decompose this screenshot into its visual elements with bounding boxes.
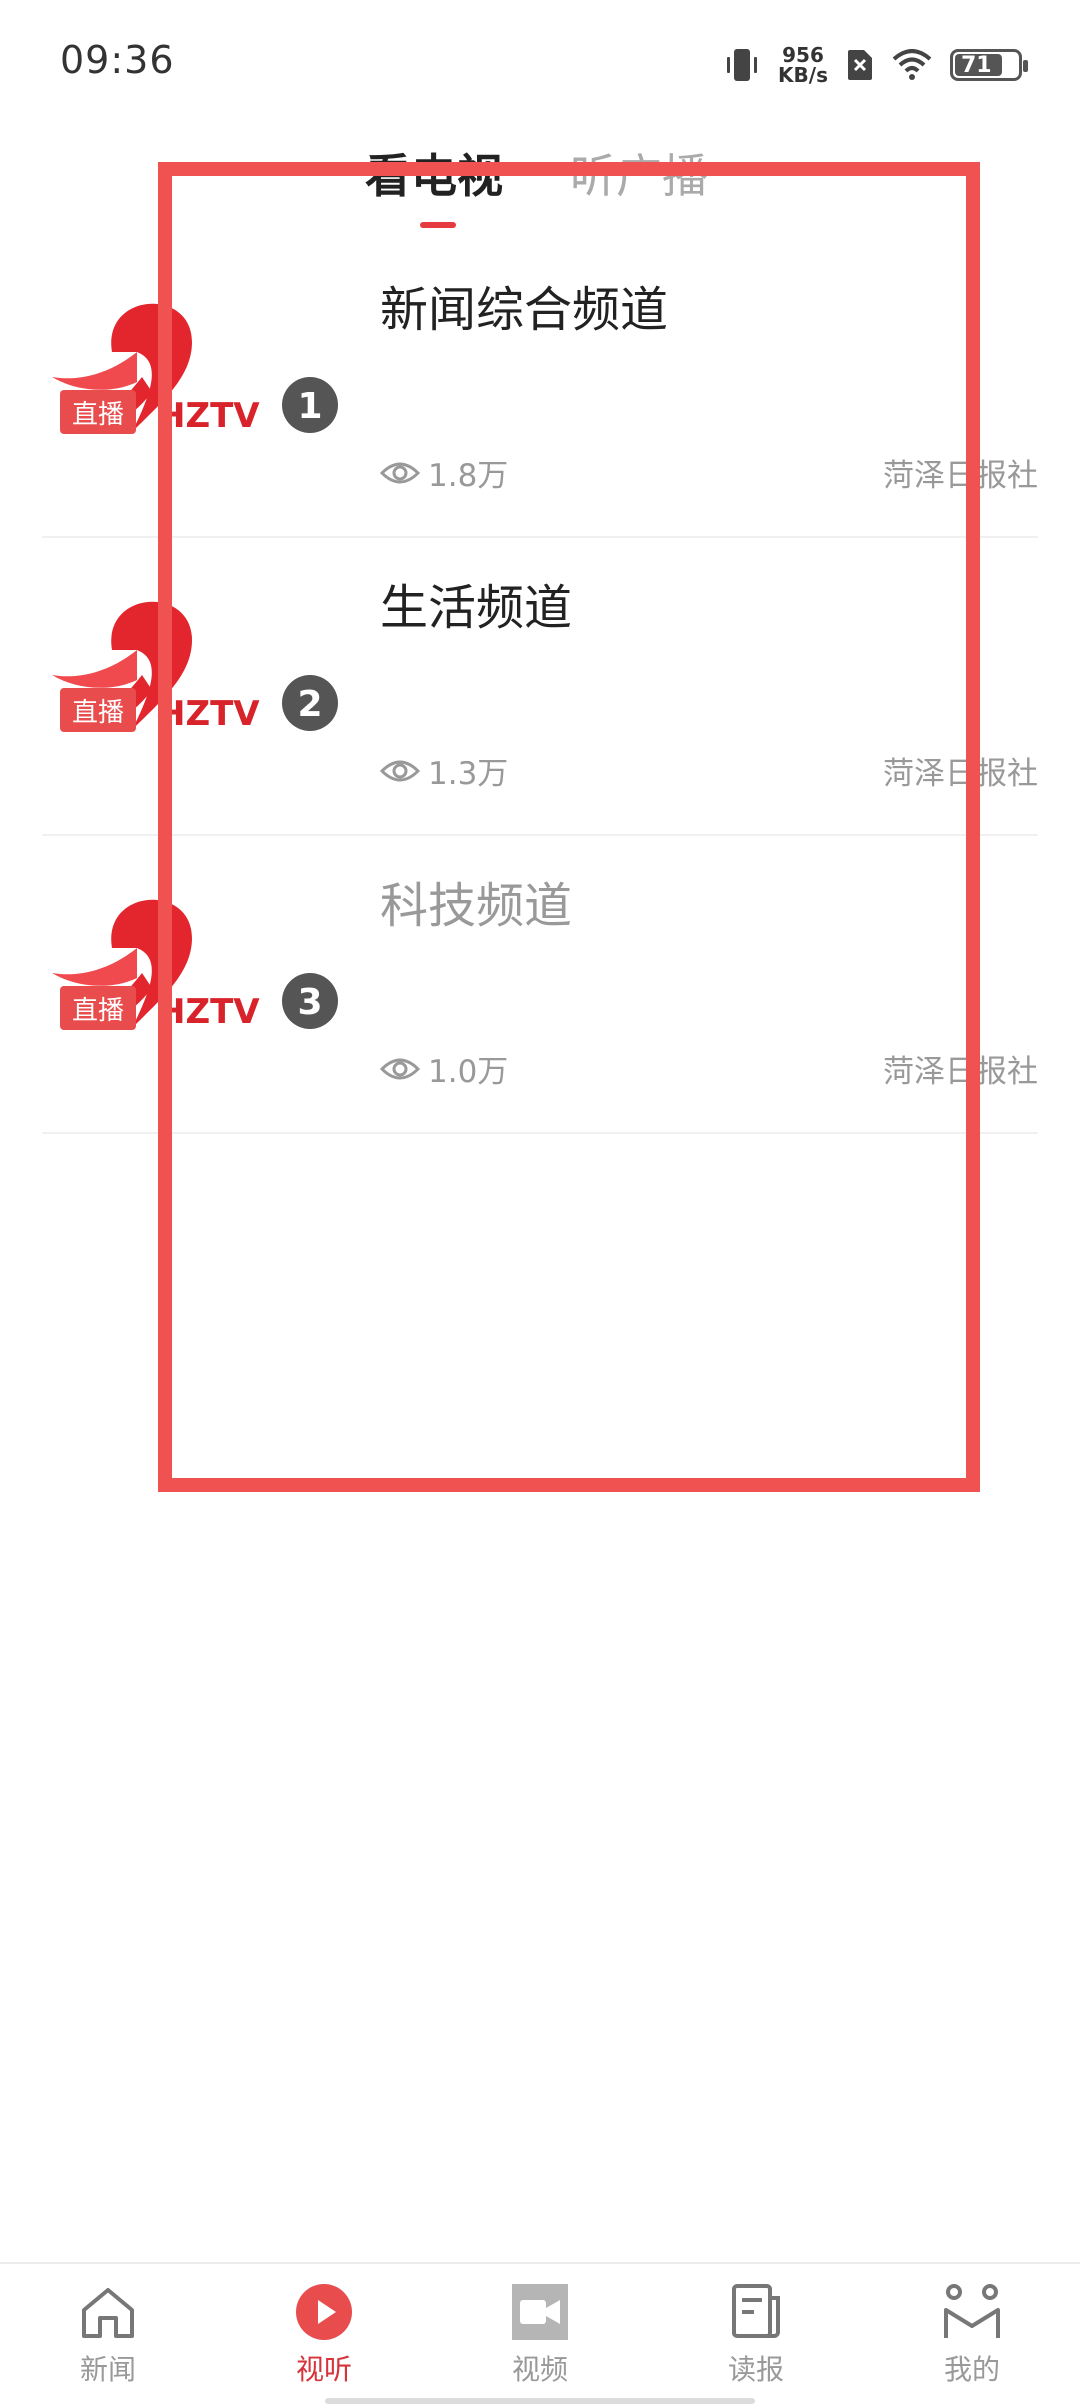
nav-label: 视听 — [295, 2353, 352, 2386]
view-count: 1.3万 — [380, 748, 508, 793]
nav-item-mine[interactable]: 我的 — [872, 2280, 1072, 2400]
svg-text:HZTV: HZTV — [157, 396, 260, 436]
nav-label: 读报 — [727, 2353, 784, 2386]
nav-item-read-paper[interactable]: 读报 — [656, 2280, 856, 2400]
network-speed-unit: KB/s — [778, 63, 828, 87]
publisher-name: 菏泽日报社 — [883, 1054, 1038, 1090]
nav-label: 新闻 — [79, 2353, 136, 2386]
play-circle-icon — [296, 2284, 352, 2340]
channel-item-life[interactable]: HZTV 2 直播 生活频道 1.3万 菏泽日报社 — [42, 538, 1038, 836]
status-time: 09:36 — [60, 38, 175, 82]
tab-listen-radio[interactable]: 听广播 — [570, 140, 708, 206]
no-sim-icon — [848, 50, 872, 80]
live-badge: 直播 — [60, 390, 136, 434]
battery-icon: 71 — [950, 49, 1028, 81]
channel-title[interactable]: 生活频道 — [380, 568, 572, 638]
hztv-logo-thumbnail[interactable]: HZTV 2 — [42, 580, 342, 760]
channel-title[interactable]: 科技频道 — [380, 866, 572, 936]
eye-icon — [380, 760, 420, 781]
channel-title[interactable]: 新闻综合频道 — [380, 270, 668, 340]
svg-text:3: 3 — [297, 982, 322, 1023]
eye-icon — [380, 462, 420, 483]
live-badge: 直播 — [60, 688, 136, 732]
nav-item-news[interactable]: 新闻 — [8, 2280, 208, 2400]
status-bar: 09:36 956 KB/s 71 — [0, 0, 1080, 130]
battery-level: 71 — [961, 52, 992, 78]
svg-text:1: 1 — [297, 386, 322, 427]
status-icons: 956 KB/s 71 — [724, 40, 1028, 90]
svg-text:2: 2 — [297, 684, 322, 725]
home-icon — [82, 2288, 134, 2338]
vibrate-icon — [727, 49, 758, 81]
wifi-icon — [892, 49, 932, 80]
publisher-name: 菏泽日报社 — [883, 458, 1038, 494]
page: 09:36 956 KB/s 71 看电视 听广播 HZTV 1 直播 新闻综合… — [0, 0, 1080, 2408]
nav-label: 视频 — [511, 2353, 568, 2386]
tab-active-indicator — [420, 222, 456, 228]
publisher-name: 菏泽日报社 — [883, 756, 1038, 792]
eye-icon — [380, 1058, 420, 1079]
video-camera-icon — [512, 2284, 568, 2340]
view-count-value: 1.8万 — [428, 458, 509, 494]
live-badge: 直播 — [60, 986, 136, 1030]
nav-item-audio-visual[interactable]: 视听 — [224, 2280, 424, 2400]
top-tabs: 看电视 听广播 — [0, 140, 1080, 230]
home-indicator[interactable] — [325, 2398, 755, 2404]
svg-text:HZTV: HZTV — [157, 694, 260, 734]
network-speed-value: 956 — [782, 43, 824, 67]
network-speed: 956 KB/s — [778, 45, 828, 85]
hztv-logo-thumbnail[interactable]: HZTV 3 — [42, 878, 342, 1058]
channel-item-news[interactable]: HZTV 1 直播 新闻综合频道 1.8万 菏泽日报社 — [42, 240, 1038, 538]
channel-item-tech[interactable]: HZTV 3 直播 科技频道 1.0万 菏泽日报社 — [42, 836, 1038, 1134]
bottom-nav: 新闻 视听 视频 读报 我的 — [0, 2262, 1080, 2408]
view-count-value: 1.3万 — [428, 756, 509, 792]
nav-item-video[interactable]: 视频 — [440, 2280, 640, 2400]
newspaper-icon — [732, 2284, 780, 2338]
svg-text:HZTV: HZTV — [157, 992, 260, 1032]
nav-label: 我的 — [943, 2353, 1000, 2386]
tab-watch-tv[interactable]: 看电视 — [365, 140, 503, 206]
hztv-logo-thumbnail[interactable]: HZTV 1 — [42, 282, 342, 462]
channel-list: HZTV 1 直播 新闻综合频道 1.8万 菏泽日报社 HZTV 2 直播 生活… — [0, 240, 1080, 1134]
view-count: 1.0万 — [380, 1046, 508, 1091]
profile-icon — [944, 2284, 1000, 2338]
view-count-value: 1.0万 — [428, 1054, 509, 1090]
view-count: 1.8万 — [380, 450, 508, 495]
